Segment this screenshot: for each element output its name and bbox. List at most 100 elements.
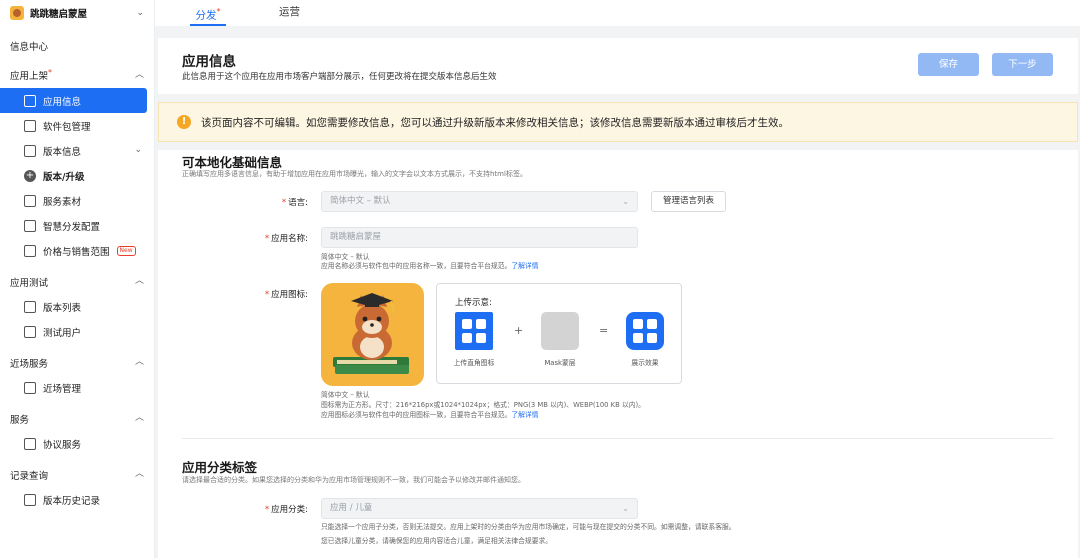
app-icon-hint-size: 图标需为正方形。尺寸：216*216px或1024*1024px；格式：PNG(… [321, 401, 645, 409]
learn-more-link[interactable]: 了解详情 [511, 411, 538, 419]
sidebar-group-records[interactable]: 记录查询 ︿ [0, 462, 154, 487]
square-icon-sample [455, 312, 493, 350]
sidebar-item-label: 智慧分发配置 [43, 221, 101, 233]
new-badge: New [116, 245, 136, 256]
sidebar-item-package[interactable]: 软件包管理 [0, 113, 154, 138]
sidebar-item-label: 测试用户 [43, 327, 82, 339]
sidebar-item-label: 协议服务 [43, 439, 82, 451]
category-select[interactable]: 应用 / 儿童 ⌄ [321, 498, 638, 519]
caption-mask: Mask蒙层 [544, 359, 576, 367]
equals-sign: = [599, 324, 609, 337]
sidebar-group-label: 服务 [10, 414, 30, 426]
sidebar-item-label: 软件包管理 [43, 121, 91, 133]
app-name-label-text: 应用名称: [271, 234, 308, 244]
sidebar-group-app-testing[interactable]: 应用测试 ︿ [0, 269, 154, 294]
agreement-icon [24, 437, 36, 450]
tab-operations[interactable]: 运营 [279, 0, 300, 26]
save-button[interactable]: 保存 [918, 53, 979, 76]
main-form: 可本地化基础信息 正确填写应用多语言信息，有助于增加应用在应用市场曝光，输入的文… [158, 150, 1078, 558]
app-name-field[interactable]: 跳跳糖启蒙屋 [321, 227, 638, 248]
chevron-down-icon[interactable]: ⌄ [136, 8, 144, 18]
sidebar-item-version-history[interactable]: 版本历史记录 [0, 487, 154, 512]
sidebar-item-nearby-management[interactable]: 近场管理 [0, 375, 154, 400]
caption-result: 展示效果 [631, 359, 659, 367]
upload-demo-title: 上传示意: [455, 298, 492, 308]
learn-more-link[interactable]: 了解详情 [511, 262, 538, 270]
sidebar-item-app-info[interactable]: 应用信息 [0, 88, 147, 113]
category-label: * 应用分类: [188, 503, 308, 515]
chevron-up-icon[interactable]: ︿ [135, 71, 144, 80]
page-header: 应用信息 此信息用于这个应用在应用市场客户端部分展示，任何更改将在提交版本信息后… [158, 38, 1078, 94]
chevron-up-icon[interactable]: ︿ [135, 470, 144, 479]
app-name-hint: 应用名称必须与软件包中的应用名称一致，且要符合平台规范。了解详情 [321, 260, 539, 270]
chevron-up-icon[interactable]: ︿ [135, 277, 144, 286]
section-desc-category: 请选择最合适的分类。如果您选择的分类和华为应用市场管理规则不一致，我们可能会予以… [182, 476, 525, 484]
app-icon-label-text: 应用图标: [271, 290, 308, 300]
section-divider [182, 438, 1054, 439]
sidebar-item-version-list[interactable]: 版本列表 [0, 294, 154, 319]
sidebar-group-services[interactable]: 服务 ︿ [0, 406, 154, 431]
history-icon [24, 493, 36, 506]
sidebar-item-label: 版本/升级 [43, 171, 85, 183]
result-icon-sample [626, 312, 664, 350]
version-icon [24, 144, 36, 157]
config-icon [24, 219, 36, 232]
app-icon-hint: 应用图标必须与软件包中的应用图标一致，且要符合平台规范。了解详情 [321, 409, 539, 419]
sidebar-item-info-center[interactable]: 信息中心 [0, 33, 154, 58]
sidebar-group-app-listing[interactable]: 应用上架* ︿ [0, 63, 154, 88]
warning-icon: ! [177, 115, 191, 129]
sidebar-item-materials[interactable]: 服务素材 [0, 188, 154, 213]
tab-label: 分发 [195, 9, 217, 22]
sidebar-item-pricing[interactable]: 价格与销售范围 New [0, 238, 154, 263]
category-select-value: 应用 / 儿童 [330, 503, 373, 513]
required-asterisk: * [264, 234, 270, 244]
category-hint: 只能选择一个应用子分类，否则无法提交。应用上架时的分类由华为应用市场确定，可能与… [321, 523, 736, 531]
sidebar-item-label: 版本列表 [43, 302, 82, 314]
required-asterisk: * [264, 290, 270, 300]
app-logo-icon [10, 6, 24, 20]
sidebar-item-label: 服务素材 [43, 196, 82, 208]
warning-banner: ! 该页面内容不可编辑。如您需要修改信息，您可以通过升级新版本来修改相关信息；该… [158, 102, 1078, 142]
language-select[interactable]: 简体中文 – 默认 ⌄ [321, 191, 638, 212]
package-icon [24, 119, 36, 132]
required-asterisk: * [281, 198, 287, 208]
warning-text: 该页面内容不可编辑。如您需要修改信息，您可以通过升级新版本来修改相关信息；该修改… [201, 116, 789, 129]
chevron-up-icon[interactable]: ︿ [135, 358, 144, 367]
app-icon-hint-lang: 简体中文 – 默认 [321, 391, 370, 399]
price-icon [24, 244, 36, 257]
mask-sample [541, 312, 579, 350]
sidebar-group-label: 应用上架 [10, 71, 49, 83]
chevron-down-icon[interactable]: ⌄ [134, 146, 142, 155]
app-icon-preview[interactable] [321, 283, 424, 386]
sidebar-item-label: 应用信息 [43, 96, 82, 108]
sidebar-item-test-users[interactable]: 测试用户 [0, 319, 154, 344]
tab-label: 运营 [279, 6, 300, 18]
sidebar-item-label: 近场管理 [43, 383, 82, 395]
sidebar-item-agreement[interactable]: 协议服务 [0, 431, 154, 456]
app-name-label: * 应用名称: [188, 232, 308, 244]
sidebar-item-label: 版本历史记录 [43, 495, 101, 507]
app-name-value: 跳跳糖启蒙屋 [330, 232, 382, 242]
sidebar-item-label: 价格与销售范围 [43, 246, 110, 258]
sidebar-item-label: 信息中心 [10, 41, 49, 53]
sidebar-group-nearby[interactable]: 近场服务 ︿ [0, 350, 154, 375]
category-children-hint: 您已选择儿童分类，请确保您的应用内容适合儿童，满足相关法律合规要求。 [321, 537, 553, 545]
sidebar-item-version-upgrade[interactable]: + 版本/升级 [0, 163, 154, 188]
app-switcher[interactable]: 跳跳糖启蒙屋 ⌄ [0, 0, 154, 26]
tab-dot: * [216, 7, 221, 16]
app-icon-hint-text: 应用图标必须与软件包中的应用图标一致，且要符合平台规范。 [321, 411, 512, 419]
manage-languages-button[interactable]: 管理语言列表 [651, 191, 726, 212]
top-tab-bar: 分发* 运营 [155, 0, 1080, 26]
user-icon [24, 325, 36, 338]
sidebar: 跳跳糖启蒙屋 ⌄ 信息中心 应用上架* ︿ 应用信息 软件包管理 版本信息 ⌄ … [0, 0, 155, 558]
app-icon-label: * 应用图标: [188, 288, 308, 300]
plus-sign: + [514, 324, 524, 337]
next-step-button[interactable]: 下一步 [992, 53, 1053, 76]
page-title: 应用信息 [182, 54, 236, 70]
tab-distribution[interactable]: 分发* [190, 0, 226, 26]
app-name-hint-text: 应用名称必须与软件包中的应用名称一致，且要符合平台规范。 [321, 262, 512, 270]
sidebar-group-label: 记录查询 [10, 470, 49, 482]
chevron-up-icon[interactable]: ︿ [135, 414, 144, 423]
sidebar-item-smart-distribution[interactable]: 智慧分发配置 [0, 213, 154, 238]
sidebar-item-version-info[interactable]: 版本信息 ⌄ [0, 138, 154, 163]
